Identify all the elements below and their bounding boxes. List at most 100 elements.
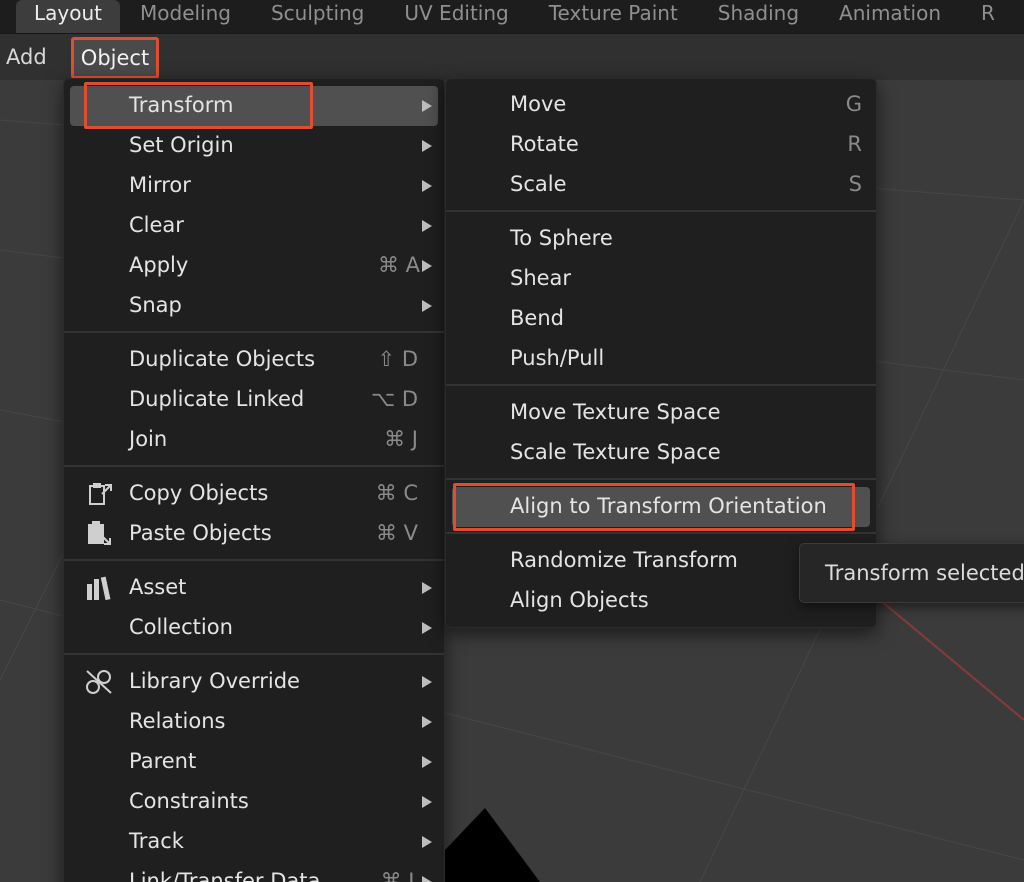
menu-item-label: Asset (129, 575, 187, 599)
menu-item-label: Join (129, 427, 168, 451)
menu-item-parent[interactable]: Parent (64, 742, 444, 782)
menu-item-label: Duplicate Linked (129, 387, 305, 411)
tab-animation[interactable]: Animation (819, 0, 961, 33)
tab-modeling[interactable]: Modeling (120, 0, 251, 33)
menu-item-label: Link/Transfer Data (129, 869, 321, 882)
shortcut-hint: ⇧ D (377, 347, 418, 371)
menu-item-track[interactable]: Track (64, 822, 444, 862)
menu-item-label: Collection (129, 615, 233, 639)
menu-item-label: Snap (129, 293, 182, 317)
menu-item-label: Mirror (129, 173, 191, 197)
menu-item-label: Align to Transform Orientation (510, 494, 827, 518)
menu-item-scale-texture-space[interactable]: Scale Texture Space (446, 433, 876, 473)
shortcut-hint: ⌘ J (384, 427, 418, 451)
submenu-arrow-icon (422, 676, 432, 688)
menu-item-collection[interactable]: Collection (64, 608, 444, 648)
menu-item-to-sphere[interactable]: To Sphere (446, 219, 876, 259)
menu-item-apply[interactable]: Apply ⌘ A (64, 246, 444, 286)
shortcut-hint: ⌘ C (375, 481, 418, 505)
menu-separator (446, 210, 876, 212)
menu-item-label: Apply (129, 253, 189, 277)
menu-item-mirror[interactable]: Mirror (64, 166, 444, 206)
menu-item-relations[interactable]: Relations (64, 702, 444, 742)
menu-item-label: Relations (129, 709, 226, 733)
menu-item-label: Set Origin (129, 133, 234, 157)
tooltip: Transform selected (799, 543, 1024, 603)
workspace-tab-bar: Layout Modeling Sculpting UV Editing Tex… (0, 0, 1024, 34)
menu-item-label: Move Texture Space (510, 400, 721, 424)
menu-item-link-transfer-data[interactable]: Link/Transfer Data ⌘ L (64, 862, 444, 882)
object-dropdown-menu: Transform Set Origin Mirror Clear Apply … (63, 78, 445, 882)
shortcut-hint: G (845, 92, 862, 116)
menu-item-duplicate-linked[interactable]: Duplicate Linked ⌥ D (64, 380, 444, 420)
menu-separator (64, 465, 444, 467)
menu-separator (64, 331, 444, 333)
tab-texture-paint[interactable]: Texture Paint (529, 0, 698, 33)
submenu-arrow-icon (422, 300, 432, 312)
menu-item-label: Parent (129, 749, 197, 773)
add-menu[interactable]: Add (6, 37, 47, 77)
menu-item-label: Paste Objects (129, 521, 272, 545)
menu-item-label: Move (510, 92, 567, 116)
menu-separator (446, 384, 876, 386)
submenu-arrow-icon (422, 756, 432, 768)
submenu-arrow-icon (422, 582, 432, 594)
menu-separator (446, 532, 876, 534)
menu-item-label: Bend (510, 306, 564, 330)
submenu-arrow-icon (422, 100, 432, 112)
menu-item-move[interactable]: Move G (446, 85, 876, 125)
menu-item-label: To Sphere (510, 226, 613, 250)
menu-item-transform[interactable]: Transform (70, 86, 438, 126)
submenu-arrow-icon (422, 140, 432, 152)
submenu-arrow-icon (422, 716, 432, 728)
shortcut-hint: R (847, 132, 862, 156)
menu-item-copy-objects[interactable]: Copy Objects ⌘ C (64, 474, 444, 514)
menu-item-paste-objects[interactable]: Paste Objects ⌘ V (64, 514, 444, 554)
menu-item-label: Copy Objects (129, 481, 269, 505)
menu-item-label: Duplicate Objects (129, 347, 316, 371)
menu-item-label: Scale (510, 172, 567, 196)
shortcut-hint: ⌘ V (375, 521, 418, 545)
tab-layout[interactable]: Layout (16, 0, 120, 33)
menu-item-library-override[interactable]: Library Override (64, 662, 444, 702)
menu-item-label: Push/Pull (510, 346, 605, 370)
menu-item-scale[interactable]: Scale S (446, 165, 876, 205)
menu-item-label: Library Override (129, 669, 300, 693)
menu-item-shear[interactable]: Shear (446, 259, 876, 299)
menu-item-snap[interactable]: Snap (64, 286, 444, 326)
menu-item-set-origin[interactable]: Set Origin (64, 126, 444, 166)
menu-item-asset[interactable]: Asset (64, 568, 444, 608)
submenu-arrow-icon (422, 796, 432, 808)
menu-item-clear[interactable]: Clear (64, 206, 444, 246)
viewport-header: Add Object (0, 34, 1024, 80)
tab-sculpting[interactable]: Sculpting (251, 0, 384, 33)
menu-item-label: Transform (129, 93, 234, 117)
menu-item-push-pull[interactable]: Push/Pull (446, 339, 876, 379)
shortcut-hint: ⌥ D (370, 387, 418, 411)
shortcut-hint: ⌘ L (380, 869, 420, 882)
tab-rendering[interactable]: R (961, 0, 1015, 33)
object-menu[interactable]: Object (71, 37, 159, 79)
submenu-arrow-icon (422, 180, 432, 192)
menu-item-label: Constraints (129, 789, 249, 813)
tab-uv-editing[interactable]: UV Editing (384, 0, 528, 33)
submenu-arrow-icon (422, 876, 432, 882)
copy-icon (84, 480, 114, 508)
menu-item-move-texture-space[interactable]: Move Texture Space (446, 393, 876, 433)
menu-item-constraints[interactable]: Constraints (64, 782, 444, 822)
menu-item-rotate[interactable]: Rotate R (446, 125, 876, 165)
menu-item-bend[interactable]: Bend (446, 299, 876, 339)
menu-item-align-to-transform-orientation[interactable]: Align to Transform Orientation (452, 487, 870, 527)
submenu-arrow-icon (422, 220, 432, 232)
menu-item-label: Track (129, 829, 184, 853)
shortcut-hint: S (848, 172, 862, 196)
menu-item-join[interactable]: Join ⌘ J (64, 420, 444, 460)
menu-separator (64, 559, 444, 561)
menu-item-label: Clear (129, 213, 184, 237)
menu-item-label: Shear (510, 266, 572, 290)
shortcut-hint: ⌘ A (377, 253, 420, 277)
menu-item-duplicate-objects[interactable]: Duplicate Objects ⇧ D (64, 340, 444, 380)
library-override-icon (84, 668, 114, 696)
asset-icon (84, 574, 114, 602)
tab-shading[interactable]: Shading (698, 0, 819, 33)
